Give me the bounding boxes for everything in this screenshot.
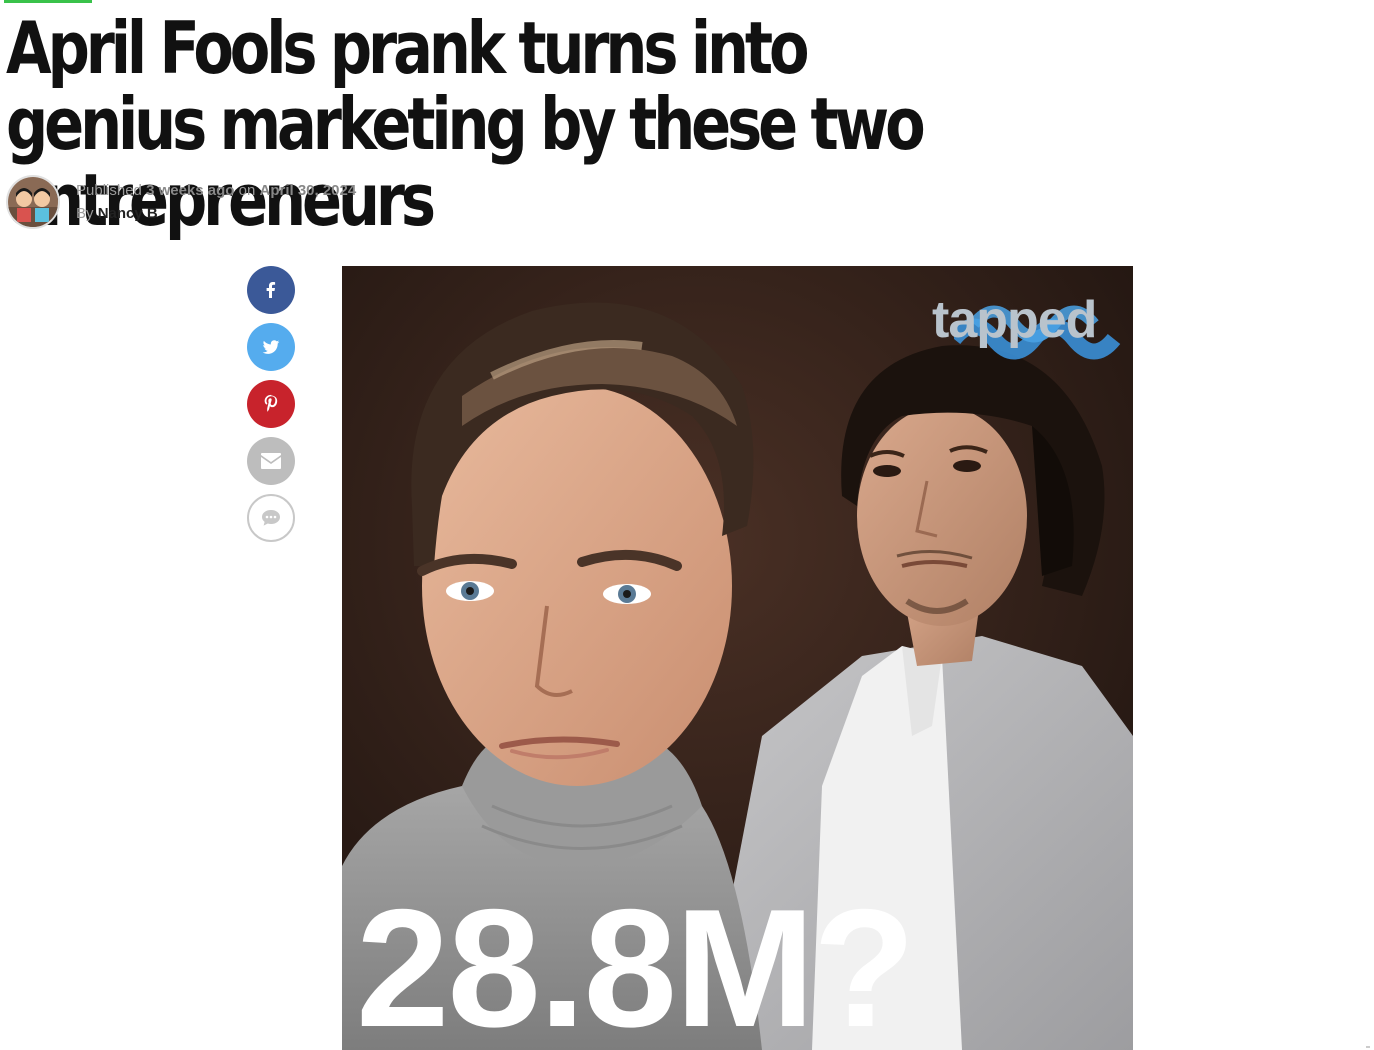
by-word: By (76, 205, 94, 222)
published-on-word: on (238, 182, 256, 199)
published-prefix: Published (76, 182, 142, 199)
share-comment-button[interactable] (247, 494, 295, 542)
published-relative-time: 3 weeks ago (146, 182, 235, 199)
pinterest-icon (264, 394, 278, 412)
published-date: April 30, 2024 (259, 182, 357, 199)
share-email-button[interactable] (247, 437, 295, 485)
byline-text: Published 3 weeks ago on April 30, 2024 … (76, 179, 356, 225)
top-accent-bar (4, 0, 92, 3)
hero-overlay-number: 28.8M? (356, 874, 916, 1050)
email-icon (261, 453, 281, 469)
comment-icon (262, 510, 280, 526)
author-avatar[interactable] (6, 175, 60, 229)
author-name-link[interactable]: Nancy B (98, 205, 158, 222)
share-bar (247, 266, 297, 551)
twitter-icon (262, 340, 280, 354)
article-byline: Published 3 weeks ago on April 30, 2024 … (6, 173, 356, 231)
share-pinterest-button[interactable] (247, 380, 295, 428)
brand-watermark: tapped (932, 291, 1097, 349)
share-twitter-button[interactable] (247, 323, 295, 371)
author-avatar-image (8, 177, 58, 227)
author-line: By Nancy B (76, 202, 356, 225)
hero-image: tapped 28.8M? (342, 266, 1133, 1050)
edge-mark (1366, 1046, 1370, 1048)
facebook-icon (266, 282, 276, 298)
share-facebook-button[interactable] (247, 266, 295, 314)
publish-line: Published 3 weeks ago on April 30, 2024 (76, 179, 356, 202)
